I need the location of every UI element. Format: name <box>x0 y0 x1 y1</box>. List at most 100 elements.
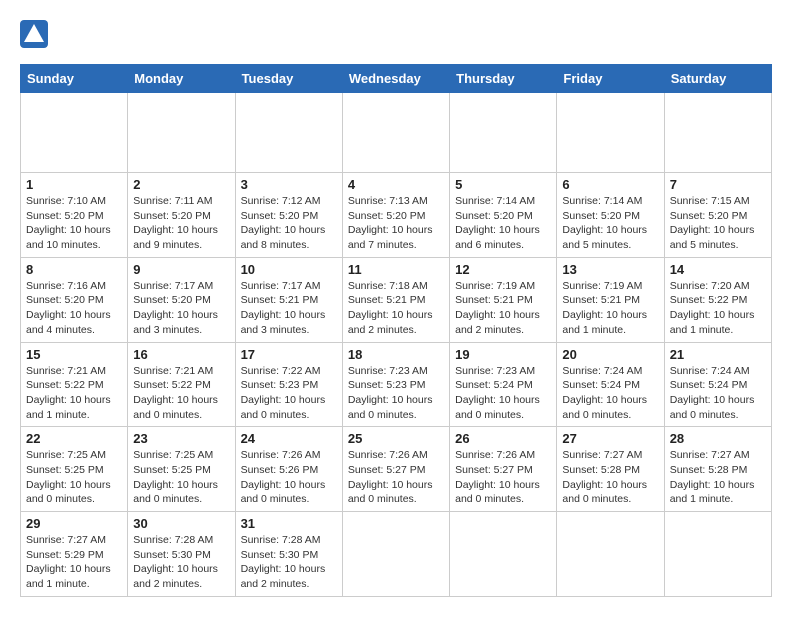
calendar-cell <box>664 512 771 597</box>
week-row-5: 22 Sunrise: 7:25 AM Sunset: 5:25 PM Dayl… <box>21 427 772 512</box>
day-number: 16 <box>133 347 229 362</box>
calendar-cell: 17 Sunrise: 7:22 AM Sunset: 5:23 PM Dayl… <box>235 342 342 427</box>
calendar-cell: 21 Sunrise: 7:24 AM Sunset: 5:24 PM Dayl… <box>664 342 771 427</box>
day-number: 19 <box>455 347 551 362</box>
header-tuesday: Tuesday <box>235 65 342 93</box>
day-info: Sunrise: 7:26 AM Sunset: 5:26 PM Dayligh… <box>241 448 337 507</box>
calendar-cell: 1 Sunrise: 7:10 AM Sunset: 5:20 PM Dayli… <box>21 173 128 258</box>
header-friday: Friday <box>557 65 664 93</box>
logo <box>20 20 52 48</box>
day-number: 11 <box>348 262 444 277</box>
calendar-cell <box>342 93 449 173</box>
calendar-cell: 8 Sunrise: 7:16 AM Sunset: 5:20 PM Dayli… <box>21 257 128 342</box>
day-number: 20 <box>562 347 658 362</box>
day-info: Sunrise: 7:23 AM Sunset: 5:24 PM Dayligh… <box>455 364 551 423</box>
header-sunday: Sunday <box>21 65 128 93</box>
calendar-cell: 4 Sunrise: 7:13 AM Sunset: 5:20 PM Dayli… <box>342 173 449 258</box>
calendar-cell: 5 Sunrise: 7:14 AM Sunset: 5:20 PM Dayli… <box>450 173 557 258</box>
header-row: SundayMondayTuesdayWednesdayThursdayFrid… <box>21 65 772 93</box>
calendar-table: SundayMondayTuesdayWednesdayThursdayFrid… <box>20 64 772 597</box>
day-number: 12 <box>455 262 551 277</box>
day-info: Sunrise: 7:17 AM Sunset: 5:20 PM Dayligh… <box>133 279 229 338</box>
day-number: 8 <box>26 262 122 277</box>
calendar-cell <box>664 93 771 173</box>
calendar-cell: 12 Sunrise: 7:19 AM Sunset: 5:21 PM Dayl… <box>450 257 557 342</box>
calendar-cell: 24 Sunrise: 7:26 AM Sunset: 5:26 PM Dayl… <box>235 427 342 512</box>
day-info: Sunrise: 7:24 AM Sunset: 5:24 PM Dayligh… <box>562 364 658 423</box>
day-info: Sunrise: 7:16 AM Sunset: 5:20 PM Dayligh… <box>26 279 122 338</box>
day-number: 21 <box>670 347 766 362</box>
day-number: 13 <box>562 262 658 277</box>
week-row-2: 1 Sunrise: 7:10 AM Sunset: 5:20 PM Dayli… <box>21 173 772 258</box>
calendar-cell: 28 Sunrise: 7:27 AM Sunset: 5:28 PM Dayl… <box>664 427 771 512</box>
week-row-3: 8 Sunrise: 7:16 AM Sunset: 5:20 PM Dayli… <box>21 257 772 342</box>
week-row-6: 29 Sunrise: 7:27 AM Sunset: 5:29 PM Dayl… <box>21 512 772 597</box>
calendar-cell: 2 Sunrise: 7:11 AM Sunset: 5:20 PM Dayli… <box>128 173 235 258</box>
calendar-cell: 29 Sunrise: 7:27 AM Sunset: 5:29 PM Dayl… <box>21 512 128 597</box>
day-number: 24 <box>241 431 337 446</box>
calendar-cell: 26 Sunrise: 7:26 AM Sunset: 5:27 PM Dayl… <box>450 427 557 512</box>
day-info: Sunrise: 7:28 AM Sunset: 5:30 PM Dayligh… <box>133 533 229 592</box>
day-info: Sunrise: 7:28 AM Sunset: 5:30 PM Dayligh… <box>241 533 337 592</box>
week-row-4: 15 Sunrise: 7:21 AM Sunset: 5:22 PM Dayl… <box>21 342 772 427</box>
calendar-cell: 23 Sunrise: 7:25 AM Sunset: 5:25 PM Dayl… <box>128 427 235 512</box>
page-header <box>20 20 772 48</box>
day-number: 2 <box>133 177 229 192</box>
calendar-cell <box>450 512 557 597</box>
day-number: 5 <box>455 177 551 192</box>
day-info: Sunrise: 7:25 AM Sunset: 5:25 PM Dayligh… <box>26 448 122 507</box>
day-info: Sunrise: 7:27 AM Sunset: 5:28 PM Dayligh… <box>670 448 766 507</box>
calendar-cell: 6 Sunrise: 7:14 AM Sunset: 5:20 PM Dayli… <box>557 173 664 258</box>
header-thursday: Thursday <box>450 65 557 93</box>
day-number: 18 <box>348 347 444 362</box>
day-info: Sunrise: 7:21 AM Sunset: 5:22 PM Dayligh… <box>26 364 122 423</box>
day-info: Sunrise: 7:21 AM Sunset: 5:22 PM Dayligh… <box>133 364 229 423</box>
day-number: 10 <box>241 262 337 277</box>
day-number: 4 <box>348 177 444 192</box>
day-info: Sunrise: 7:13 AM Sunset: 5:20 PM Dayligh… <box>348 194 444 253</box>
calendar-cell: 11 Sunrise: 7:18 AM Sunset: 5:21 PM Dayl… <box>342 257 449 342</box>
day-number: 22 <box>26 431 122 446</box>
calendar-cell: 10 Sunrise: 7:17 AM Sunset: 5:21 PM Dayl… <box>235 257 342 342</box>
calendar-cell: 14 Sunrise: 7:20 AM Sunset: 5:22 PM Dayl… <box>664 257 771 342</box>
calendar-cell: 25 Sunrise: 7:26 AM Sunset: 5:27 PM Dayl… <box>342 427 449 512</box>
calendar-cell: 20 Sunrise: 7:24 AM Sunset: 5:24 PM Dayl… <box>557 342 664 427</box>
day-number: 1 <box>26 177 122 192</box>
day-number: 31 <box>241 516 337 531</box>
day-info: Sunrise: 7:24 AM Sunset: 5:24 PM Dayligh… <box>670 364 766 423</box>
calendar-cell <box>342 512 449 597</box>
day-number: 14 <box>670 262 766 277</box>
logo-icon <box>20 20 48 48</box>
day-number: 27 <box>562 431 658 446</box>
day-info: Sunrise: 7:22 AM Sunset: 5:23 PM Dayligh… <box>241 364 337 423</box>
calendar-cell <box>128 93 235 173</box>
calendar-cell: 7 Sunrise: 7:15 AM Sunset: 5:20 PM Dayli… <box>664 173 771 258</box>
day-info: Sunrise: 7:12 AM Sunset: 5:20 PM Dayligh… <box>241 194 337 253</box>
day-number: 28 <box>670 431 766 446</box>
calendar-cell: 31 Sunrise: 7:28 AM Sunset: 5:30 PM Dayl… <box>235 512 342 597</box>
calendar-cell: 16 Sunrise: 7:21 AM Sunset: 5:22 PM Dayl… <box>128 342 235 427</box>
calendar-cell: 9 Sunrise: 7:17 AM Sunset: 5:20 PM Dayli… <box>128 257 235 342</box>
day-number: 25 <box>348 431 444 446</box>
calendar-cell: 13 Sunrise: 7:19 AM Sunset: 5:21 PM Dayl… <box>557 257 664 342</box>
day-info: Sunrise: 7:26 AM Sunset: 5:27 PM Dayligh… <box>455 448 551 507</box>
week-row-1 <box>21 93 772 173</box>
day-info: Sunrise: 7:17 AM Sunset: 5:21 PM Dayligh… <box>241 279 337 338</box>
day-info: Sunrise: 7:19 AM Sunset: 5:21 PM Dayligh… <box>455 279 551 338</box>
calendar-cell <box>450 93 557 173</box>
day-number: 7 <box>670 177 766 192</box>
header-saturday: Saturday <box>664 65 771 93</box>
header-wednesday: Wednesday <box>342 65 449 93</box>
day-number: 3 <box>241 177 337 192</box>
day-info: Sunrise: 7:10 AM Sunset: 5:20 PM Dayligh… <box>26 194 122 253</box>
day-number: 30 <box>133 516 229 531</box>
calendar-cell: 19 Sunrise: 7:23 AM Sunset: 5:24 PM Dayl… <box>450 342 557 427</box>
day-info: Sunrise: 7:15 AM Sunset: 5:20 PM Dayligh… <box>670 194 766 253</box>
calendar-cell: 3 Sunrise: 7:12 AM Sunset: 5:20 PM Dayli… <box>235 173 342 258</box>
day-number: 23 <box>133 431 229 446</box>
calendar-cell <box>21 93 128 173</box>
day-number: 15 <box>26 347 122 362</box>
day-number: 26 <box>455 431 551 446</box>
day-info: Sunrise: 7:27 AM Sunset: 5:28 PM Dayligh… <box>562 448 658 507</box>
day-info: Sunrise: 7:14 AM Sunset: 5:20 PM Dayligh… <box>562 194 658 253</box>
